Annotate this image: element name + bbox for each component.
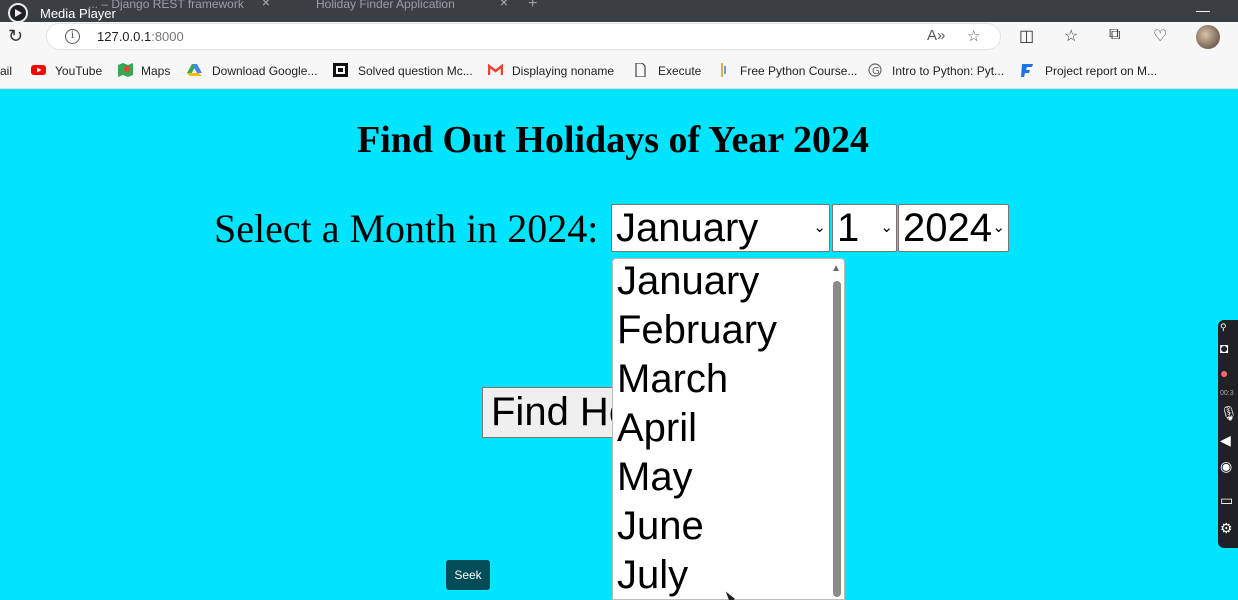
bookmark-solved-question[interactable]: Solved question Mc... [358, 64, 473, 78]
bookmarks-bar: ail YouTube Maps Download Google... Solv… [0, 52, 1238, 89]
scrollbar-thumb[interactable] [833, 281, 841, 597]
chevron-down-icon: ⌄ [992, 219, 1005, 236]
split-screen-icon[interactable]: ◫ [1019, 26, 1034, 46]
info-icon[interactable]: i [65, 29, 80, 44]
favorites-icon[interactable]: ☆ [1064, 26, 1078, 46]
media-player-title: Media Player [8, 3, 116, 22]
month-select[interactable]: January ⌄ [611, 204, 830, 252]
month-option[interactable]: February [617, 308, 777, 353]
window-icon[interactable]: ▭ [1220, 492, 1233, 509]
project-report-icon [1021, 64, 1033, 77]
select-month-label: Select a Month in 2024: [214, 206, 599, 251]
month-option[interactable]: March [617, 357, 728, 402]
speaker-icon[interactable]: ◀ [1220, 432, 1231, 449]
microphone-icon[interactable]: 🎙 [1220, 405, 1238, 422]
play-icon [8, 3, 28, 22]
document-icon [635, 63, 646, 77]
capture-toolbar: ⚲ ◘ ● 00:3 🎙 ◀ ◉ ▭ ⚙ [1218, 320, 1238, 548]
url-port: :8000 [151, 29, 184, 44]
camera-icon[interactable]: ◘ [1220, 340, 1228, 356]
pin-icon[interactable]: ⚲ [1220, 322, 1227, 333]
google-icon: G [868, 63, 882, 77]
url-text: 127.0.0.1:8000 [97, 29, 184, 44]
tab-holiday-finder[interactable]: Holiday Finder Application × [288, 0, 508, 22]
media-player-label: Media Player [40, 5, 116, 21]
bookmark-intro-python[interactable]: Intro to Python: Pyt... [892, 64, 1004, 78]
youtube-icon [31, 65, 46, 75]
month-option[interactable]: April [617, 406, 697, 451]
month-option[interactable]: May [617, 455, 693, 500]
scroll-up-arrow-icon[interactable]: ▲ [831, 263, 841, 274]
year-select[interactable]: 2024 ⌄ [898, 204, 1009, 252]
address-row: ↻ i 127.0.0.1:8000 A» ☆ [0, 22, 1238, 52]
day-select[interactable]: 1 ⌄ [832, 204, 897, 252]
year-select-value: 2024 [903, 206, 992, 250]
python-course-icon [721, 63, 726, 77]
bookmark-displaying-noname[interactable]: Displaying noname [512, 64, 614, 78]
tab-label: Holiday Finder Application [316, 0, 455, 11]
minimize-icon[interactable]: — [1196, 2, 1210, 18]
reload-icon[interactable]: ↻ [8, 26, 23, 47]
bookmark-gmail[interactable]: ail [0, 64, 12, 78]
day-select-value: 1 [837, 206, 860, 250]
new-tab-icon[interactable]: + [528, 0, 548, 22]
month-dropdown-list[interactable]: January February March April May June Ju… [612, 258, 845, 600]
solved-question-icon [333, 63, 348, 77]
month-option[interactable]: July [617, 553, 688, 598]
tab-strip: ... – Django REST framework × Holiday Fi… [0, 0, 1238, 22]
google-drive-icon [187, 64, 202, 76]
url-host: 127.0.0.1 [97, 29, 152, 44]
month-option[interactable]: June [617, 504, 704, 549]
close-icon[interactable]: × [500, 0, 508, 9]
gmail-icon [488, 63, 503, 75]
collections-icon[interactable]: ⧉ [1109, 26, 1120, 44]
bookmark-youtube[interactable]: YouTube [55, 64, 102, 78]
month-option[interactable]: January [617, 259, 759, 304]
close-icon[interactable]: × [262, 0, 270, 9]
recording-time: 00:3 [1220, 390, 1234, 397]
bookmark-free-python-course[interactable]: Free Python Course... [740, 64, 857, 78]
svg-text:G: G [872, 66, 880, 77]
gear-icon[interactable]: ⚙ [1220, 520, 1233, 537]
month-select-value: January [616, 206, 759, 250]
read-aloud-icon[interactable]: A» [927, 27, 945, 44]
bookmark-project-report[interactable]: Project report on M... [1045, 64, 1157, 78]
bookmark-download-google[interactable]: Download Google... [212, 64, 317, 78]
chevron-down-icon: ⌄ [813, 219, 826, 236]
record-icon[interactable]: ● [1220, 365, 1228, 381]
maps-icon [118, 63, 133, 77]
profile-avatar[interactable] [1196, 25, 1220, 49]
favorite-star-icon[interactable]: ☆ [967, 27, 980, 45]
browser-essentials-icon[interactable]: ♡ [1153, 26, 1167, 46]
bookmark-execute[interactable]: Execute [658, 64, 701, 78]
chevron-down-icon: ⌄ [880, 219, 893, 236]
bookmark-maps[interactable]: Maps [141, 64, 170, 78]
seek-button[interactable]: Seek [446, 560, 490, 590]
page-title: Find Out Holidays of Year 2024 [357, 119, 869, 161]
address-bar[interactable]: i 127.0.0.1:8000 A» ☆ [46, 23, 1001, 50]
webcam-icon[interactable]: ◉ [1220, 458, 1232, 475]
